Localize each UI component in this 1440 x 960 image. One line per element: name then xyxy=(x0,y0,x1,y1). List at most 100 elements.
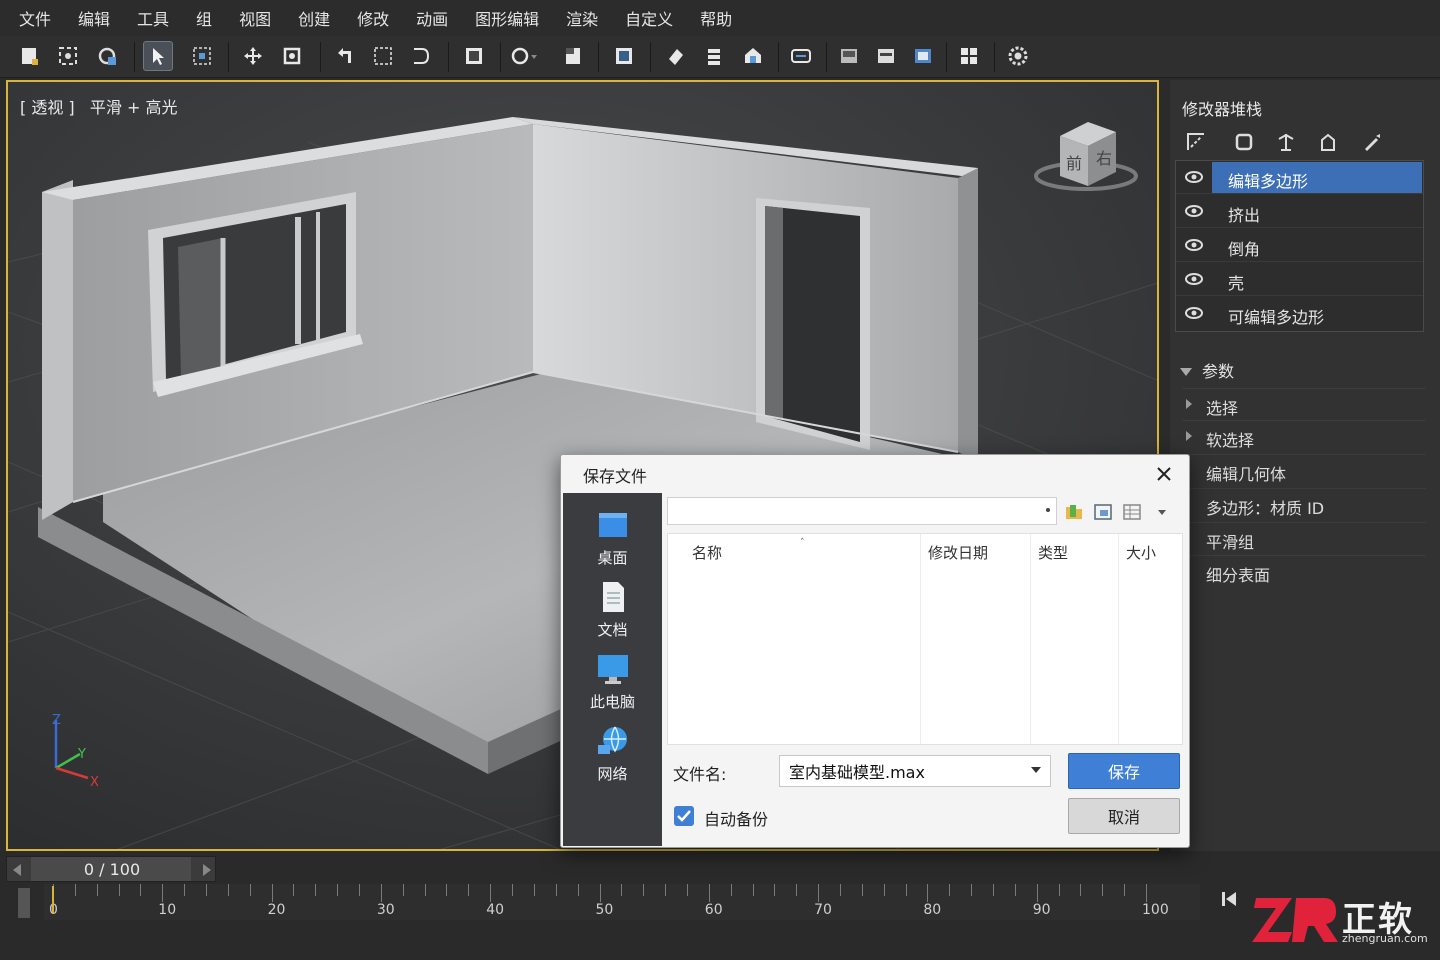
place-network[interactable]: 网络 xyxy=(563,725,662,793)
render-setup-icon[interactable] xyxy=(834,41,864,71)
rollout-smoothing-groups[interactable]: 平滑组 xyxy=(1182,522,1426,555)
remove-modifier-icon[interactable] xyxy=(1316,130,1340,154)
menu-edit[interactable]: 编辑 xyxy=(67,6,126,30)
rollout-edit-geometry[interactable]: 编辑几何体 xyxy=(1182,454,1426,487)
open-link-icon[interactable] xyxy=(53,41,83,71)
filename-input[interactable] xyxy=(779,755,1051,787)
modifier-item[interactable]: 倒角 xyxy=(1176,229,1423,262)
dialog-titlebar[interactable]: 保存文件 xyxy=(561,455,1189,491)
named-selection-icon[interactable] xyxy=(558,41,588,71)
place-desktop[interactable]: 桌面 xyxy=(563,509,662,577)
menu-file[interactable]: 文件 xyxy=(8,6,67,30)
modifier-item[interactable]: 壳 xyxy=(1176,263,1423,296)
column-size[interactable]: 大小 xyxy=(1126,542,1156,563)
view-grid-icon[interactable] xyxy=(1121,501,1143,523)
viewport-label[interactable]: [ 透视 ] 平滑 + 高光 xyxy=(20,94,178,118)
viewport-layout-icon[interactable] xyxy=(954,41,984,71)
rendered-frame-icon[interactable] xyxy=(871,41,901,71)
select-arrow-icon[interactable] xyxy=(143,41,173,71)
viewcube-icon[interactable]: 前 右 xyxy=(1034,114,1144,194)
timeline-tick xyxy=(643,884,645,896)
visibility-eye-icon[interactable] xyxy=(1184,203,1204,219)
menu-customize[interactable]: 自定义 xyxy=(614,6,689,30)
modifier-item[interactable]: 可编辑多边形 xyxy=(1176,297,1423,330)
layer-manager-icon[interactable] xyxy=(699,41,729,71)
mirror-icon[interactable] xyxy=(609,41,639,71)
menu-group[interactable]: 组 xyxy=(185,6,228,30)
configure-sets-icon[interactable] xyxy=(1360,130,1384,154)
menu-animation[interactable]: 动画 xyxy=(405,6,464,30)
up-folder-icon[interactable] xyxy=(1063,501,1085,523)
place-this-pc[interactable]: 此电脑 xyxy=(563,653,662,721)
undo-arrow-icon[interactable] xyxy=(330,41,360,71)
watermark-url: zhengruan.com xyxy=(1342,932,1428,945)
bind-refresh-icon[interactable] xyxy=(92,41,122,71)
visibility-eye-icon[interactable] xyxy=(1184,237,1204,253)
render-production-icon[interactable] xyxy=(908,41,938,71)
timeline-tick xyxy=(533,884,535,896)
rollout-soft-selection[interactable]: 软选择 xyxy=(1182,420,1426,453)
new-folder-icon[interactable] xyxy=(1092,501,1114,523)
settings-gear-icon[interactable] xyxy=(1003,41,1033,71)
menu-create[interactable]: 创建 xyxy=(287,6,346,30)
dialog-title: 保存文件 xyxy=(583,467,648,486)
file-list[interactable]: 名称 ˄ 修改日期 类型 大小 xyxy=(667,533,1183,745)
pin-stack-icon[interactable] xyxy=(1184,130,1208,154)
timeline-tick xyxy=(752,884,754,896)
menu-modify[interactable]: 修改 xyxy=(346,6,405,30)
scene-explorer-icon[interactable] xyxy=(738,41,768,71)
parameters-rollout-header[interactable]: 参数 xyxy=(1180,358,1234,382)
modifier-stack-title: 修改器堆栈 xyxy=(1182,100,1263,119)
move-icon[interactable] xyxy=(238,41,268,71)
track-bar-handle[interactable] xyxy=(18,888,30,918)
modifier-item[interactable]: 编辑多边形 xyxy=(1176,161,1423,194)
autobackup-checkbox[interactable] xyxy=(674,806,694,826)
timeline-tick xyxy=(730,884,732,896)
select-region-icon[interactable] xyxy=(187,41,217,71)
go-to-start-icon[interactable] xyxy=(1220,888,1250,912)
marquee-icon[interactable] xyxy=(368,41,398,71)
close-icon[interactable] xyxy=(1153,463,1175,485)
menu-graph-editors[interactable]: 图形编辑 xyxy=(464,6,555,30)
menu-help[interactable]: 帮助 xyxy=(689,6,748,30)
menu-tools[interactable]: 工具 xyxy=(126,6,185,30)
snap-toggle-icon[interactable] xyxy=(459,41,489,71)
visibility-eye-icon[interactable] xyxy=(1184,169,1204,185)
place-documents[interactable]: 文档 xyxy=(563,581,662,649)
axis-x-label: X xyxy=(90,775,99,790)
rollout-selection[interactable]: 选择 xyxy=(1182,388,1426,421)
timeline-tick xyxy=(96,884,98,896)
column-modified-date[interactable]: 修改日期 xyxy=(928,542,988,563)
document-icon xyxy=(603,582,624,612)
save-button[interactable]: 保存 xyxy=(1068,753,1180,789)
time-slider[interactable]: 0 / 100 xyxy=(6,856,216,882)
timeline-tick xyxy=(818,884,820,902)
rollout-material-id[interactable]: 多边形：材质 ID xyxy=(1182,488,1426,521)
make-unique-icon[interactable] xyxy=(1274,130,1298,154)
align-icon[interactable] xyxy=(661,41,691,71)
view-options-dropdown-icon[interactable] xyxy=(1151,501,1173,523)
track-bar-ruler[interactable]: 0102030405060708090100 xyxy=(44,884,1200,920)
computer-icon xyxy=(598,655,628,684)
menu-view[interactable]: 视图 xyxy=(228,6,287,30)
curve-editor-icon[interactable] xyxy=(786,41,816,71)
filename-dropdown-icon[interactable] xyxy=(1031,767,1041,773)
visibility-eye-icon[interactable] xyxy=(1184,305,1204,321)
modifier-item[interactable]: 挤出 xyxy=(1176,195,1423,228)
cancel-button[interactable]: 取消 xyxy=(1068,798,1180,834)
spinner-snap-icon[interactable] xyxy=(510,41,540,71)
new-scene-icon[interactable] xyxy=(14,41,44,71)
show-end-result-icon[interactable] xyxy=(1232,130,1256,154)
timeline-tick xyxy=(1080,884,1082,896)
path-bar[interactable] xyxy=(667,497,1057,525)
next-frame-icon[interactable] xyxy=(203,864,211,876)
column-type[interactable]: 类型 xyxy=(1038,542,1068,563)
visibility-eye-icon[interactable] xyxy=(1184,271,1204,287)
rollout-subdivision[interactable]: 细分表面 xyxy=(1182,555,1426,588)
current-frame-marker[interactable] xyxy=(52,886,54,914)
column-name[interactable]: 名称 xyxy=(692,542,722,563)
menu-rendering[interactable]: 渲染 xyxy=(555,6,614,30)
lasso-icon[interactable] xyxy=(406,41,436,71)
rotate-scale-icon[interactable] xyxy=(277,41,307,71)
rollout-label: 多边形：材质 ID xyxy=(1206,499,1325,518)
